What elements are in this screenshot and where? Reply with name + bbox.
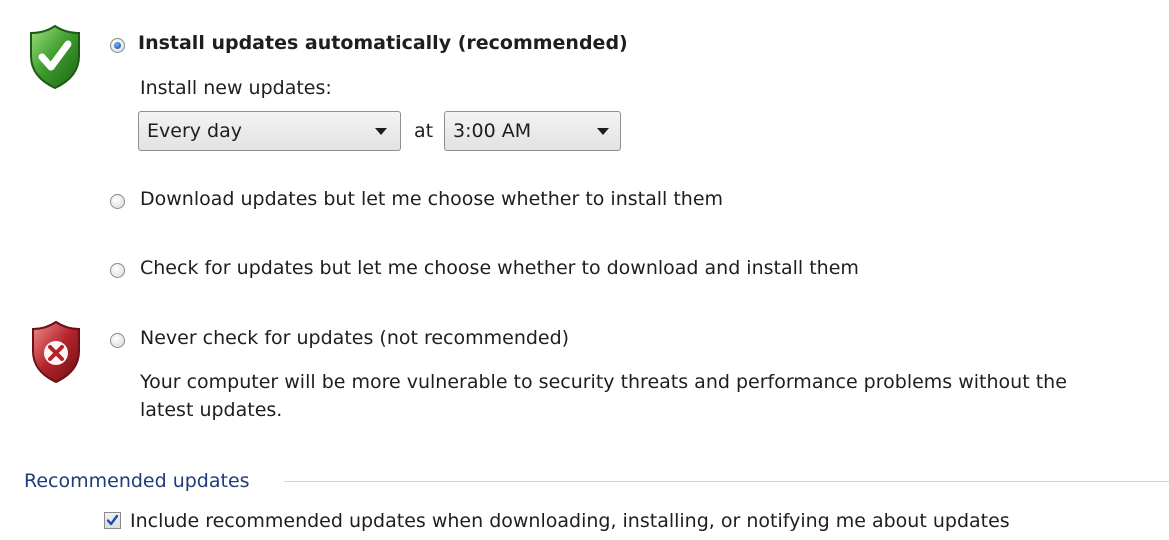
checkmark-icon: [106, 514, 119, 526]
chevron-down-icon: [597, 128, 609, 135]
download-only-label: Download updates but let me choose wheth…: [140, 188, 724, 210]
install-new-updates-label: Install new updates:: [140, 77, 332, 99]
group-divider: [284, 481, 1169, 482]
chevron-down-icon: [375, 128, 387, 135]
time-dropdown[interactable]: 3:00 AM: [444, 111, 621, 151]
radio-check-only[interactable]: [110, 263, 125, 278]
radio-install-automatically[interactable]: [110, 38, 125, 53]
check-only-label: Check for updates but let me choose whet…: [140, 257, 859, 279]
never-warning-line1: Your computer will be more vulnerable to…: [140, 371, 1067, 393]
frequency-dropdown[interactable]: Every day: [138, 111, 401, 151]
frequency-value: Every day: [147, 120, 242, 142]
install-automatically-label: Install updates automatically (recommend…: [138, 32, 628, 54]
at-label: at: [414, 120, 434, 142]
never-warning-line2: latest updates.: [140, 399, 283, 421]
red-shield-x-icon: [32, 320, 80, 384]
radio-never-check[interactable]: [110, 333, 125, 348]
time-value: 3:00 AM: [453, 120, 532, 142]
radio-download-only[interactable]: [110, 194, 125, 209]
recommended-updates-heading: Recommended updates: [24, 470, 250, 492]
include-recommended-label: Include recommended updates when downloa…: [130, 510, 1010, 532]
green-shield-check-icon: [30, 24, 80, 90]
include-recommended-checkbox[interactable]: [104, 512, 121, 529]
never-check-label: Never check for updates (not recommended…: [140, 327, 570, 349]
